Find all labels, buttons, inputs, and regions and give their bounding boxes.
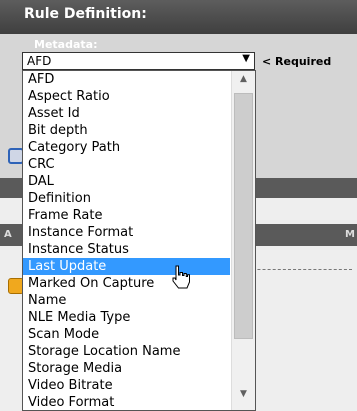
triangle-up-icon[interactable]: ▲ [232,74,255,92]
dropdown-option[interactable]: Category Path [23,139,230,156]
panel-title: Rule Definition: [24,6,147,22]
dropdown-scrollbar[interactable]: ▲ ▼ [231,71,255,410]
required-note: < Required [262,55,332,68]
panel-header: Rule Definition: [0,0,357,34]
dropdown-option[interactable]: Video Format [23,394,230,410]
rule-definition-panel: Rule Definition: Metadata: AFD ▼ < Requi… [0,0,357,411]
dropdown-option[interactable]: Bit depth [23,122,230,139]
dropdown-option[interactable]: Marked On Capture [23,275,230,292]
triangle-down-icon[interactable]: ▼ [232,389,255,407]
hand-cursor-icon [172,265,190,289]
column-header-right: M [345,229,355,240]
dropdown-option[interactable]: NLE Media Type [23,309,230,326]
dropdown-option[interactable]: Aspect Ratio [23,88,230,105]
scroll-thumb[interactable] [234,93,253,339]
dropdown-option[interactable]: Video Bitrate [23,377,230,394]
dropdown-option[interactable]: Scan Mode [23,326,230,343]
dropdown-option[interactable]: DAL [23,173,230,190]
dropdown-option[interactable]: CRC [23,156,230,173]
metadata-select[interactable]: AFD ▼ [22,52,255,70]
metadata-dropdown-list[interactable]: AFD Aspect Ratio Asset Id Bit depth Category… [22,70,256,411]
column-header-left: A [4,229,12,240]
metadata-selected-value: AFD [27,54,52,68]
dropdown-option[interactable]: AFD [23,71,230,88]
dropdown-option[interactable]: Name [23,292,230,309]
dropdown-options: AFD Aspect Ratio Asset Id Bit depth Category… [23,71,230,410]
dropdown-option[interactable]: Asset Id [23,105,230,122]
dropdown-option[interactable]: Definition [23,190,230,207]
metadata-label: Metadata: [34,38,98,51]
dropdown-option[interactable]: Instance Status [23,241,230,258]
dropdown-option[interactable]: Storage Media [23,360,230,377]
dropdown-option[interactable]: Instance Format [23,224,230,241]
dropdown-option[interactable]: Frame Rate [23,207,230,224]
dropdown-option[interactable]: Storage Location Name [23,343,230,360]
dropdown-option[interactable]: Last Update [23,258,230,275]
chevron-down-icon[interactable]: ▼ [242,53,250,64]
